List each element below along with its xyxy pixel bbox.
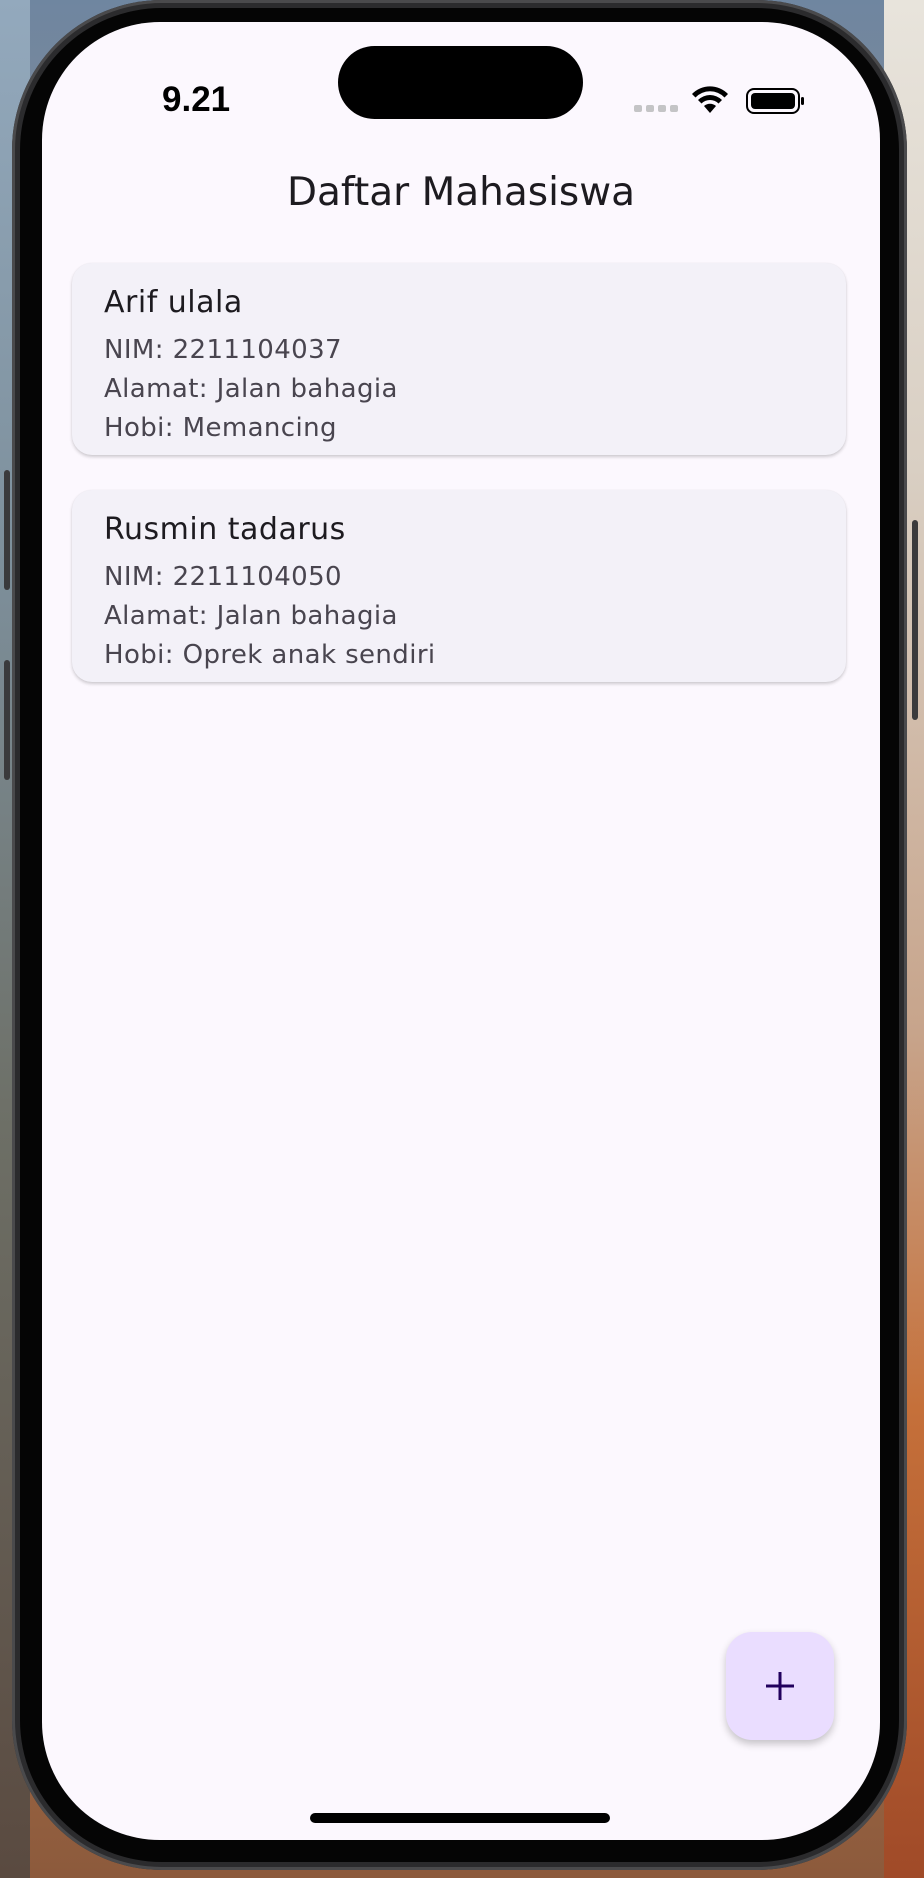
student-nim: NIM: 2211104037 — [104, 335, 342, 365]
home-indicator[interactable] — [310, 1813, 610, 1823]
cellular-signal-icon — [634, 105, 678, 112]
student-card[interactable]: Arif ulala NIM: 2211104037 Alamat: Jalan… — [72, 263, 846, 455]
plus-icon — [766, 1672, 794, 1700]
student-name: Rusmin tadarus — [104, 512, 346, 547]
wifi-icon — [690, 85, 730, 120]
student-alamat: Alamat: Jalan bahagia — [104, 601, 398, 631]
student-name: Arif ulala — [104, 285, 243, 320]
power-button — [912, 520, 918, 720]
add-student-button[interactable] — [726, 1632, 834, 1740]
page-title: Daftar Mahasiswa — [286, 170, 636, 215]
battery-icon — [746, 88, 806, 119]
volume-down-button — [4, 660, 10, 780]
volume-up-button — [4, 470, 10, 590]
app-screen: 9.21 Daftar Mahasiswa Arif ulala NIM: 22… — [42, 22, 880, 1840]
status-time: 9.21 — [162, 80, 231, 119]
student-hobi: Hobi: Oprek anak sendiri — [104, 640, 436, 670]
student-hobi: Hobi: Memancing — [104, 413, 337, 443]
dynamic-island — [338, 46, 583, 119]
student-card[interactable]: Rusmin tadarus NIM: 2211104050 Alamat: J… — [72, 490, 846, 682]
student-nim: NIM: 2211104050 — [104, 562, 342, 592]
student-alamat: Alamat: Jalan bahagia — [104, 374, 398, 404]
